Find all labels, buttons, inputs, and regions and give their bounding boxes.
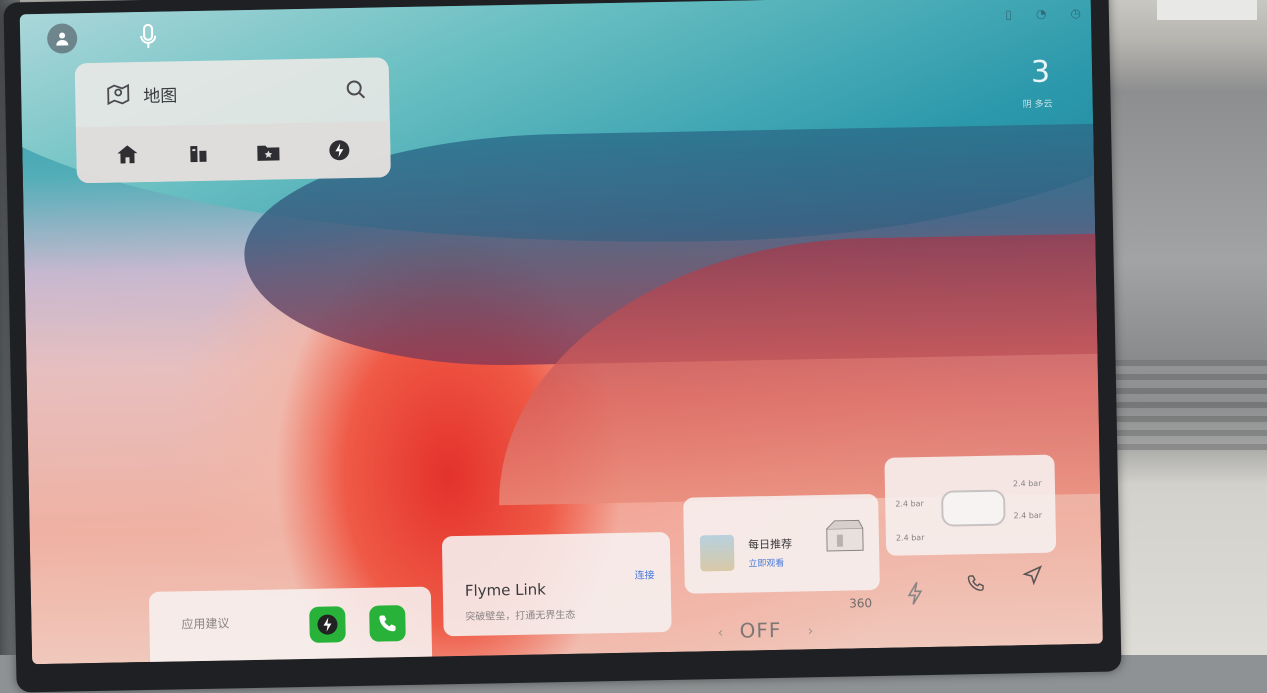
map-widget[interactable]: 地图: [74, 57, 391, 184]
camera-360-button[interactable]: 360: [849, 596, 872, 610]
map-widget-title: 地图: [143, 85, 178, 107]
signal-icon: ◔: [1035, 6, 1047, 21]
weather-label: 阴 多云: [1022, 99, 1053, 111]
navigation-icon[interactable]: [1022, 565, 1043, 586]
car-topview-icon: [941, 489, 1006, 527]
clock-icon: ◷: [1070, 5, 1082, 21]
climate-status[interactable]: OFF: [739, 618, 781, 643]
daily-recommend-title: 每日推荐: [747, 537, 793, 552]
climate-increase-icon[interactable]: ›: [808, 623, 814, 639]
energy-icon[interactable]: [907, 581, 923, 605]
camera-360-label: 360: [849, 596, 873, 611]
daily-illustration-icon: [826, 519, 864, 552]
home-ui: ▯ ◔ ◷ 地图 3 阴 多云 应用建议 Flyme Link 突破壁垒，打通无…: [20, 0, 1103, 665]
phone-icon[interactable]: [967, 574, 985, 592]
climate-decrease-icon[interactable]: ‹: [718, 625, 724, 641]
windshield-paper: [1157, 0, 1257, 20]
home-icon[interactable]: [112, 139, 143, 170]
map-widget-header[interactable]: 地图: [75, 57, 390, 127]
flyme-link-card[interactable]: Flyme Link 突破壁垒，打通无界生态 连接: [441, 531, 672, 637]
infotainment-screen: ▯ ◔ ◷ 地图 3 阴 多云 应用建议 Flyme Link 突破壁垒，打通无…: [19, 0, 1103, 665]
tire-rl: 2.4 bar: [895, 533, 925, 543]
tire-pressure-card[interactable]: 2.4 bar 2.4 bar 2.4 bar 2.4 bar: [884, 454, 1057, 556]
network-icon: ▯: [1005, 7, 1013, 22]
charging-app-icon[interactable]: [309, 606, 346, 643]
phone-app-icon[interactable]: [369, 605, 406, 642]
tire-fr: 2.4 bar: [1012, 478, 1042, 489]
display-bezel: ▯ ◔ ◷ 地图 3 阴 多云 应用建议 Flyme Link 突破壁垒，打通无…: [3, 0, 1122, 693]
app-suggestion-card[interactable]: 应用建议: [148, 586, 433, 665]
app-suggestion-title: 应用建议: [181, 616, 230, 632]
map-icon: [107, 83, 130, 106]
tire-rr: 2.4 bar: [1013, 510, 1043, 521]
map-shortcuts: [75, 121, 391, 184]
user-avatar-icon[interactable]: [46, 23, 78, 54]
status-bar: ▯ ◔ ◷: [1005, 6, 1081, 21]
bottom-dock: ‹ OFF › 360: [670, 556, 1092, 654]
flyme-link-title: Flyme Link: [464, 580, 547, 600]
favorites-icon[interactable]: [253, 136, 284, 167]
company-icon[interactable]: [183, 138, 214, 169]
search-icon[interactable]: [345, 79, 367, 101]
voice-mic-icon[interactable]: [135, 22, 162, 52]
charging-icon[interactable]: [324, 135, 355, 166]
flyme-connect-link[interactable]: 连接: [634, 566, 654, 581]
flyme-link-subtitle: 突破壁垒，打通无界生态: [465, 609, 576, 623]
weather-value: 3: [1030, 54, 1051, 90]
tire-fl: 2.4 bar: [895, 499, 924, 509]
